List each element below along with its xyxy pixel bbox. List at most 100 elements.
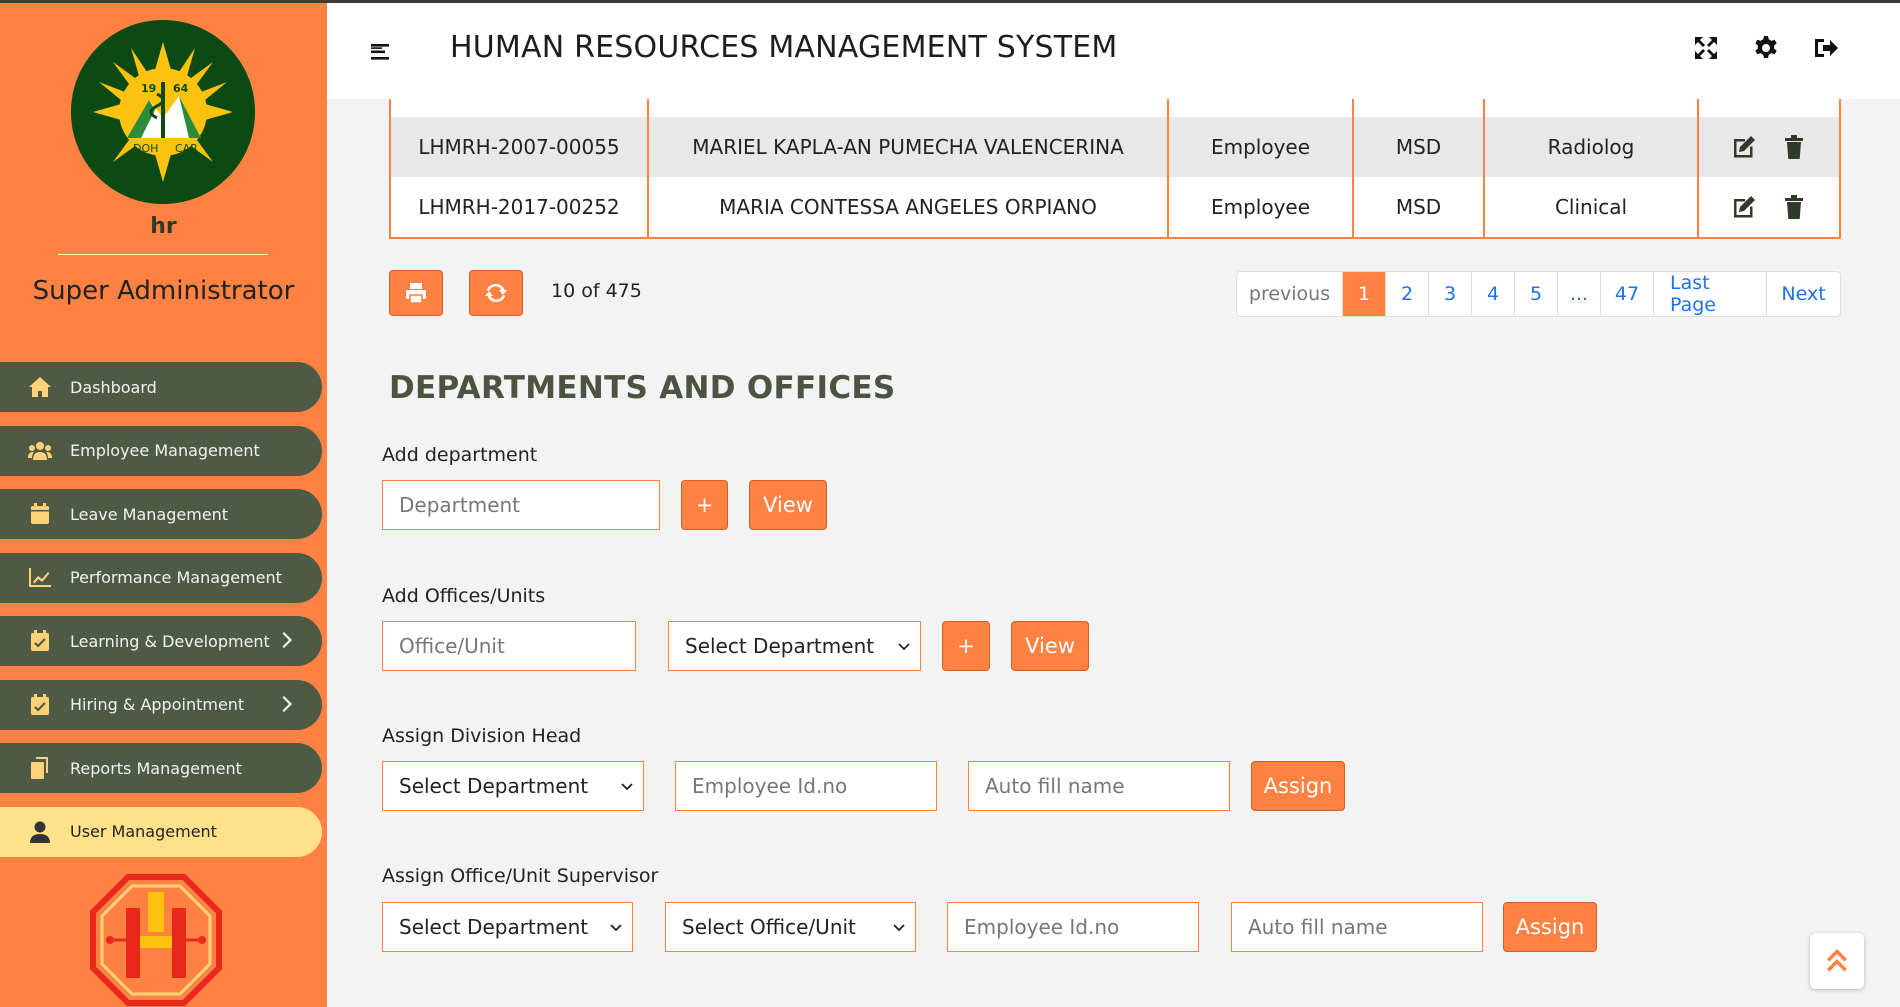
table-row [391,99,1839,119]
department-input[interactable]: Department [382,480,660,530]
supervisor-name-input[interactable]: Auto fill name [1231,902,1483,952]
supervisor-employee-id-input[interactable]: Employee Id.no [947,902,1199,952]
calendar-check-icon [26,629,54,653]
add-department-button[interactable]: + [681,480,728,530]
top-header: HUMAN RESOURCES MANAGEMENT SYSTEM [327,3,1900,99]
logo-year-right: 64 [173,82,189,95]
section-title: DEPARTMENTS AND OFFICES [389,370,896,406]
cell-employee-name: MARIA CONTESSA ANGELES ORPIANO [649,177,1169,237]
cell-office: Clinical [1485,177,1699,237]
print-button[interactable] [389,270,443,316]
sidebar-item-employee-management[interactable]: Employee Management [0,425,322,476]
sidebar-item-learning-development[interactable]: Learning & Development [0,616,322,666]
chart-line-icon [26,566,54,590]
cell-employee-id: LHMRH-2007-00055 [391,117,649,177]
sidebar-item-label: Employee Management [70,441,260,460]
add-department-label: Add department [382,444,538,466]
edit-icon[interactable] [1731,194,1757,220]
users-icon [26,439,54,463]
sidebar-item-label: Learning & Development [70,631,270,651]
sidebar-item-user-management[interactable]: User Management [0,806,322,857]
division-name-input[interactable]: Auto fill name [968,761,1230,811]
add-office-button[interactable]: + [942,621,990,671]
add-office-label: Add Offices/Units [382,585,546,607]
supervisor-office-select[interactable]: Select Office/Unit [665,902,916,952]
sidebar-item-leave-management[interactable]: Leave Management [0,489,322,539]
sidebar-item-label: User Management [70,822,217,841]
sidebar: 19 64 DOH CAR hr Super Administrator Das… [0,0,327,1007]
refresh-button[interactable] [469,270,523,316]
gear-icon[interactable] [1753,35,1779,61]
fullscreen-icon[interactable] [1693,35,1719,61]
brand-logo [88,872,224,1007]
chevron-down-icon [898,643,910,651]
double-chevron-up-icon [1827,949,1847,972]
sidebar-item-label: Leave Management [70,504,229,524]
user-icon [26,820,54,844]
sidebar-nav: Dashboard Employee Management Leave Mana… [0,362,322,870]
edit-icon[interactable] [1731,134,1757,160]
page-3[interactable]: 3 [1429,272,1472,316]
cell-employee-id: LHMRH-2017-00252 [391,177,649,237]
chevron-down-icon [621,783,633,791]
pagination: previous 1 2 3 4 5 ... 47 Last Page Next [1236,271,1841,317]
table-row: LHMRH-2007-00055 MARIEL KAPLA-AN PUMECHA… [391,117,1839,177]
page-ellipsis[interactable]: ... [1558,272,1601,316]
sidebar-item-label: Hiring & Appointment [70,695,245,714]
supervisor-label: Assign Office/Unit Supervisor [382,865,659,887]
assign-supervisor-button[interactable]: Assign [1503,902,1597,952]
sidebar-item-label: Performance Management [70,568,282,587]
office-unit-input[interactable]: Office/Unit [382,621,636,671]
page-4[interactable]: 4 [1472,272,1515,316]
select-value: Select Office/Unit [682,915,856,939]
scroll-to-top-button[interactable] [1810,933,1864,989]
office-department-select[interactable]: Select Department [668,621,921,671]
page-5[interactable]: 5 [1515,272,1558,316]
cell-actions [1699,117,1839,177]
menu-toggle-icon[interactable] [371,41,393,63]
assign-division-head-button[interactable]: Assign [1251,761,1345,811]
top-border [0,0,1900,3]
chevron-right-icon [282,694,294,714]
sidebar-item-reports-management[interactable]: Reports Management [0,743,322,793]
select-value: Select Department [685,634,875,658]
page-47[interactable]: 47 [1601,272,1654,316]
cell-actions [1699,177,1839,237]
sidebar-item-performance-management[interactable]: Performance Management [0,552,322,603]
table-row: LHMRH-2017-00252 MARIA CONTESSA ANGELES … [391,177,1839,237]
page-2[interactable]: 2 [1386,272,1429,316]
logout-icon[interactable] [1813,35,1839,61]
sidebar-item-label: Reports Management [70,758,242,778]
cell-department: MSD [1354,177,1485,237]
trash-icon[interactable] [1781,134,1807,160]
print-icon [406,283,426,304]
cell-department: MSD [1354,117,1485,177]
division-employee-id-input[interactable]: Employee Id.no [675,761,937,811]
view-offices-button[interactable]: View [1011,621,1089,671]
page-1[interactable]: 1 [1343,272,1386,316]
page-next[interactable]: Next [1767,272,1840,316]
page-previous[interactable]: previous [1237,272,1343,316]
chevron-down-icon [610,924,622,932]
chevron-right-icon [282,630,294,650]
sidebar-item-hiring-appointment[interactable]: Hiring & Appointment [0,679,322,730]
view-departments-button[interactable]: View [749,480,827,530]
logo-year-left: 19 [141,82,156,95]
page-last[interactable]: Last Page [1654,272,1767,316]
hospital-logo: 19 64 DOH CAR [71,20,255,204]
select-value: Select Department [399,774,589,798]
sidebar-item-label: Dashboard [70,377,157,397]
division-department-select[interactable]: Select Department [382,761,644,811]
trash-icon[interactable] [1781,194,1807,220]
record-count: 10 of 475 [551,280,642,302]
logo-bottom-right: CAR [175,142,198,155]
copy-icon [26,756,54,780]
chevron-down-icon [893,924,905,932]
cell-office: Radiolog [1485,117,1699,177]
cell-employee-type: Employee [1169,177,1354,237]
supervisor-department-select[interactable]: Select Department [382,902,633,952]
sidebar-item-dashboard[interactable]: Dashboard [0,362,322,412]
user-role: Super Administrator [32,276,295,306]
employee-table: LHMRH-2007-00055 MARIEL KAPLA-AN PUMECHA… [389,99,1841,239]
refresh-icon [485,283,507,303]
